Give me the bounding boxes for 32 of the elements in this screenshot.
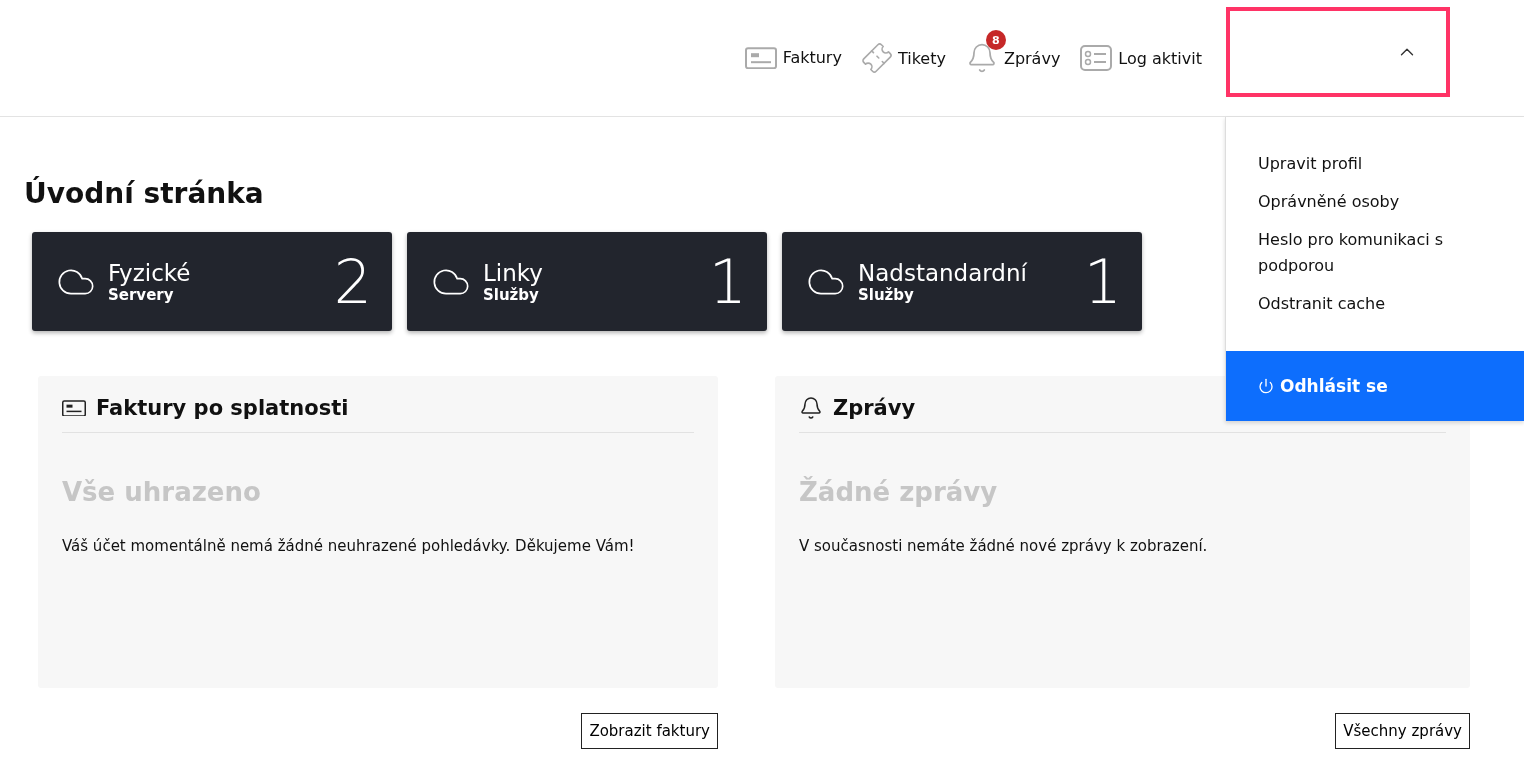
nav-link[interactable]: 8 Zprávy bbox=[965, 30, 1061, 74]
stat-count: 2 bbox=[333, 246, 372, 317]
user-menu-toggle[interactable] bbox=[1226, 6, 1450, 97]
nav-link[interactable]: Tikety bbox=[861, 43, 946, 73]
stat-title: Fyzické bbox=[108, 259, 192, 286]
notification-badge: 8 bbox=[985, 30, 1006, 50]
nav-link[interactable]: Faktury bbox=[744, 46, 842, 70]
stat-count: 1 bbox=[1083, 246, 1122, 317]
panel-button[interactable]: Zobrazit faktury bbox=[581, 713, 718, 749]
power-icon bbox=[1258, 378, 1274, 394]
menu-item[interactable]: Heslo pro komunikaci s podporou bbox=[1258, 227, 1504, 279]
panel-title: Faktury po splatnosti bbox=[96, 396, 349, 420]
logout-button[interactable]: Odhlásit se bbox=[1226, 351, 1524, 421]
card-icon bbox=[744, 46, 777, 70]
stat-title: Linky bbox=[483, 259, 544, 286]
card-icon bbox=[62, 399, 86, 417]
page-title: Úvodní stránka bbox=[24, 177, 264, 210]
stat-subtitle: Servery bbox=[108, 285, 174, 304]
nav-link[interactable]: Log aktivit bbox=[1080, 45, 1202, 71]
menu-item[interactable]: Oprávněné osoby bbox=[1258, 189, 1504, 215]
stat-subtitle: Služby bbox=[858, 285, 915, 304]
panel-button[interactable]: Všechny zprávy bbox=[1335, 713, 1470, 749]
stat-count: 1 bbox=[708, 246, 747, 317]
bell-icon bbox=[799, 396, 823, 420]
stat-subtitle: Služby bbox=[483, 285, 539, 304]
panel-title: Zprávy bbox=[833, 396, 916, 420]
empty-state-message: V současnosti nemáte žádné nové zprávy k zobrazení. bbox=[799, 537, 1209, 555]
menu-item[interactable]: Upravit profil bbox=[1258, 151, 1504, 177]
menu-item[interactable]: Odstranit cache bbox=[1258, 291, 1504, 317]
list-icon bbox=[1080, 45, 1113, 71]
stat-title: Nadstandardní bbox=[858, 259, 1028, 286]
empty-state-message: Váš účet momentálně nemá žádné neuhrazené pohledávky. Děkujeme Vám! bbox=[62, 537, 636, 555]
